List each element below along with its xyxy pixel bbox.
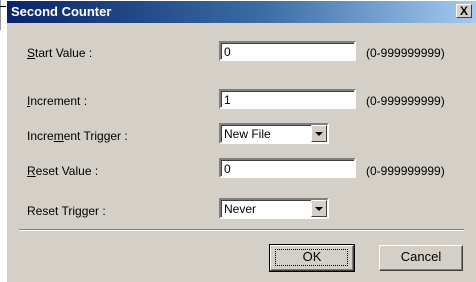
increment-trigger-label: Increment Trigger : (27, 129, 128, 143)
increment-range: (0-999999999) (366, 94, 445, 108)
focus-rectangle (275, 249, 348, 266)
increment-trigger-dropdown-button[interactable] (311, 125, 327, 142)
increment-input[interactable]: 1 (219, 89, 356, 109)
increment-trigger-value: New File (224, 127, 271, 141)
second-counter-dialog: Second Counter X Start Value : 0 (0-9999… (6, 0, 476, 282)
start-value-input[interactable]: 0 (219, 41, 356, 61)
reset-trigger-value: Never (224, 202, 257, 216)
title-bar[interactable]: Second Counter X (7, 1, 476, 23)
cancel-button-label: Cancel (400, 249, 442, 264)
window-edge-line (0, 0, 1, 30)
ok-button[interactable]: OK (269, 244, 355, 272)
reset-trigger-select[interactable]: Never (219, 198, 329, 219)
reset-trigger-dropdown-button[interactable] (311, 200, 327, 217)
reset-value-range: (0-999999999) (366, 164, 445, 178)
reset-trigger-label: Reset Trigger : (27, 204, 106, 218)
start-value-range: (0-999999999) (366, 46, 445, 60)
increment-trigger-select[interactable]: New File (219, 123, 329, 144)
dialog-title: Second Counter (11, 4, 112, 19)
reset-value-label: Reset Value : (27, 164, 99, 178)
chevron-down-icon (315, 207, 323, 211)
close-button[interactable]: X (456, 4, 472, 18)
reset-value-input[interactable]: 0 (219, 158, 356, 178)
cancel-button[interactable]: Cancel (379, 245, 463, 271)
start-value-label: Start Value : (27, 46, 93, 60)
increment-label: Increment : (27, 94, 88, 108)
separator (19, 229, 464, 231)
chevron-down-icon (315, 132, 323, 136)
